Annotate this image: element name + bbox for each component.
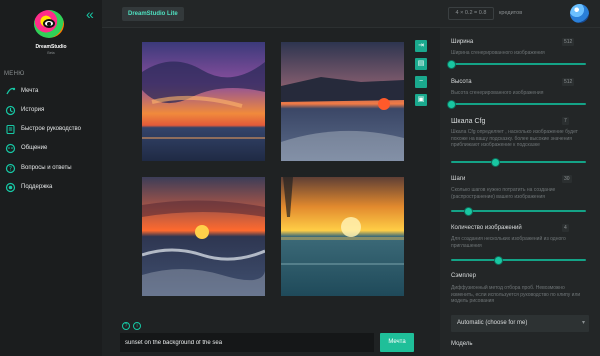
image-gallery: ⇥ ▤ − ▣	[102, 28, 438, 328]
prompt-input[interactable]	[120, 333, 374, 352]
faq-icon: ?	[5, 163, 16, 174]
count-slider-knob[interactable]	[493, 255, 503, 265]
sampler-selected: Automatic (choose for me)	[457, 320, 528, 326]
height-slider[interactable]	[446, 99, 586, 109]
sidebar-item-dream[interactable]: Мечта	[5, 84, 38, 98]
width-desc: Ширина сгенерированного изображения	[451, 50, 545, 56]
app-root: DreamStudio Beta « МЕНЮ Мечта История Бы…	[0, 0, 600, 356]
sunset-image-1[interactable]	[142, 42, 265, 161]
sidebar-item-label: Мечта	[21, 88, 39, 94]
cfg-desc: Шкала Cfg определяет , насколько изображ…	[451, 129, 578, 149]
settings-panel: Ширина 512 Ширина сгенерированного изобр…	[440, 28, 600, 356]
sidebar-item-label: История	[21, 107, 45, 113]
model-label: Модель	[451, 341, 473, 347]
credits-label: кредитов	[499, 10, 523, 16]
sunset-image-2[interactable]	[281, 42, 404, 161]
delete-icon[interactable]: −	[415, 76, 427, 88]
community-icon	[5, 143, 16, 154]
width-label: Ширина	[451, 39, 474, 45]
sampler-select[interactable]: Automatic (choose for me) ▾	[451, 315, 589, 332]
height-value[interactable]: 512	[562, 78, 575, 86]
sampler-label: Сэмплер	[451, 273, 476, 279]
sidebar-item-faq[interactable]: ? Вопросы и ответы	[5, 161, 72, 175]
copy-icon[interactable]: ▣	[415, 94, 427, 106]
count-value[interactable]: 4	[562, 224, 569, 232]
width-slider[interactable]	[446, 59, 586, 69]
cfg-slider-knob[interactable]	[491, 157, 501, 167]
height-desc: Высота сгенерированного изображения	[451, 90, 544, 96]
sidebar-item-history[interactable]: История	[5, 103, 44, 117]
top-bar: DreamStudio Lite 4 × 0.2 = 0.8 кредитов	[102, 0, 600, 28]
history-icon	[5, 105, 16, 116]
count-slider[interactable]	[451, 255, 586, 265]
cfg-slider[interactable]	[451, 157, 586, 167]
dream-icon	[5, 86, 16, 97]
sunset-image-3[interactable]	[142, 177, 265, 296]
width-value[interactable]: 512	[562, 38, 575, 46]
height-label: Высота	[451, 79, 472, 85]
dreamstudio-logo[interactable]	[34, 10, 64, 38]
count-desc: Для создания нескольких изображений из о…	[451, 236, 566, 249]
menu-title: МЕНЮ	[4, 71, 25, 77]
sunset-image-4[interactable]	[281, 177, 404, 296]
sidebar-item-label: Быстрое руководство	[21, 126, 82, 132]
prompt-info-icons: ? i	[122, 322, 141, 330]
help-icon[interactable]: ?	[122, 322, 130, 330]
sidebar: DreamStudio Beta « МЕНЮ Мечта История Бы…	[0, 0, 102, 356]
steps-desc: Сколько шагов нужно потратить на создани…	[451, 187, 556, 200]
count-label: Количество изображений	[451, 225, 522, 231]
steps-slider[interactable]	[451, 206, 586, 216]
cost-display: 4 × 0.2 = 0.8	[448, 7, 494, 20]
chevron-down-icon: ▾	[581, 320, 585, 326]
height-slider-knob[interactable]	[446, 99, 456, 109]
guide-icon	[5, 124, 16, 135]
sampler-desc: Диффузионный метод отбора проб. Невозмож…	[451, 285, 581, 305]
download-icon[interactable]: ▤	[415, 58, 427, 70]
sidebar-item-label: Поддержка	[21, 184, 53, 190]
sidebar-item-support[interactable]: Поддержка	[5, 180, 52, 194]
brand-name: DreamStudio	[35, 44, 67, 50]
product-badge: DreamStudio Lite	[122, 7, 184, 21]
sidebar-item-guide[interactable]: Быстрое руководство	[5, 122, 81, 136]
info-icon[interactable]: i	[133, 322, 141, 330]
steps-slider-knob[interactable]	[464, 206, 474, 216]
steps-label: Шаги	[451, 176, 466, 182]
collapse-sidebar-icon[interactable]: «	[86, 7, 94, 21]
dream-button[interactable]: Мечта	[380, 333, 414, 352]
cfg-value[interactable]: 7	[562, 117, 569, 125]
sidebar-item-community[interactable]: Общение	[5, 141, 47, 155]
support-icon	[5, 182, 16, 193]
sidebar-item-label: Общение	[21, 145, 48, 151]
sidebar-item-label: Вопросы и ответы	[21, 165, 72, 171]
user-avatar[interactable]	[570, 4, 589, 23]
svg-text:?: ?	[9, 165, 12, 172]
brand-sub: Beta	[47, 51, 55, 55]
cfg-label: Шкала Cfg	[451, 118, 486, 125]
steps-value[interactable]: 30	[562, 175, 572, 183]
expand-icon[interactable]: ⇥	[415, 40, 427, 52]
width-slider-knob[interactable]	[446, 59, 456, 69]
